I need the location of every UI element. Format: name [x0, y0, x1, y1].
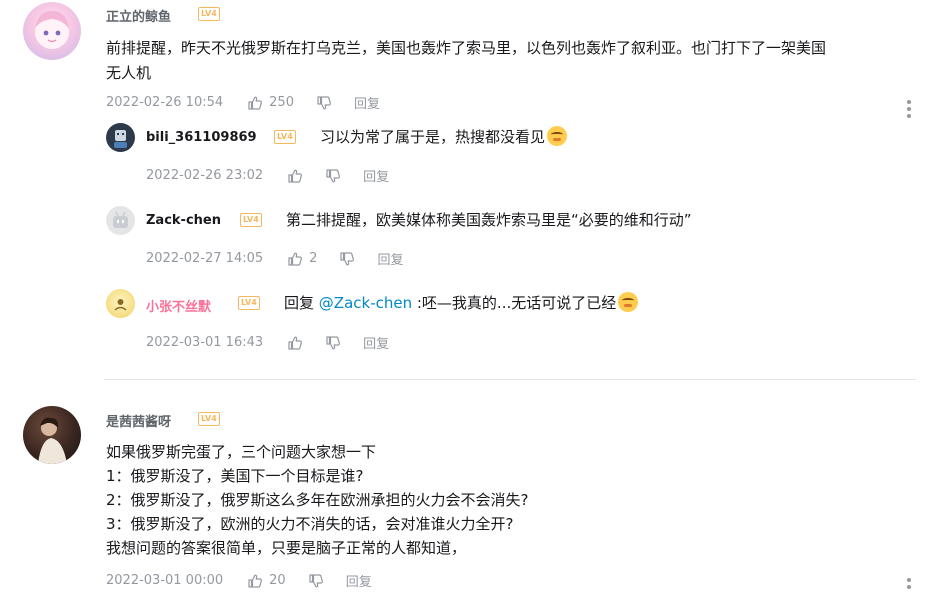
reply-text: 回复 @Zack-chen :呸—我真的...无话可说了已经 [284, 291, 639, 316]
dislike-button[interactable] [325, 335, 341, 351]
comment-text-line: 无人机 [106, 64, 152, 82]
username-vip[interactable]: 小张不丝默 [146, 296, 211, 315]
comment-text-line: 2：俄罗斯没了，俄罗斯这么多年在欧洲承担的火力会不会消失? [106, 491, 529, 509]
reply-text: 习以为常了属于是，热搜都没看见 [320, 125, 568, 150]
thumbs-up-icon [247, 573, 263, 589]
username[interactable]: Zack-chen [146, 213, 221, 228]
reply-button[interactable]: 回复 [377, 249, 403, 268]
avatar-image [38, 417, 67, 464]
comment-meta: 2022-03-01 00:00 20 回复 [106, 571, 372, 590]
thumbs-down-icon [325, 168, 341, 184]
like-count: 2 [309, 251, 318, 266]
thumbs-up-icon [287, 251, 303, 267]
username[interactable]: 是茜茜酱呀 [106, 411, 171, 430]
comment-time: 2022-02-26 10:54 [106, 95, 224, 110]
avatar[interactable] [106, 123, 135, 152]
level-badge: LV4 [198, 7, 220, 21]
comment-text-line: 我想问题的答案很简单，只要是脑子正常的人都知道， [106, 539, 467, 557]
comment-text-line: 前排提醒，昨天不光俄罗斯在打乌克兰，美国也轰炸了索马里，以色列也轰炸了叙利亚。也… [106, 39, 827, 57]
reply-time: 2022-02-26 23:02 [146, 168, 264, 183]
like-button[interactable]: 20 [247, 573, 286, 589]
username[interactable]: 正立的鲸鱼 [106, 6, 171, 25]
like-button[interactable]: 2 [287, 251, 317, 267]
comment-text-line: 1：俄罗斯没了，美国下一个目标是谁? [106, 467, 364, 485]
level-badge: LV4 [274, 130, 296, 144]
like-count: 20 [269, 573, 286, 588]
comment-text-line: 如果俄罗斯完蛋了，三个问题大家想一下 [106, 443, 377, 461]
reply-button[interactable]: 回复 [346, 571, 372, 590]
reply-text-content: 习以为常了属于是，热搜都没看见 [320, 128, 546, 146]
avatar-image [35, 10, 69, 49]
like-button[interactable] [287, 335, 303, 351]
thumbs-up-icon [287, 335, 303, 351]
mention-link[interactable]: @Zack-chen [319, 294, 412, 312]
thumbs-down-icon [308, 573, 324, 589]
thumbs-up-icon [287, 168, 303, 184]
avatar[interactable] [106, 206, 135, 235]
level-badge: LV4 [240, 213, 262, 227]
avatar[interactable] [23, 2, 81, 60]
reply-button[interactable]: 回复 [354, 93, 380, 112]
level-badge: LV4 [238, 296, 260, 310]
reply-time: 2022-02-27 14:05 [146, 251, 264, 266]
avatar[interactable] [106, 289, 135, 318]
like-button[interactable]: 250 [247, 95, 294, 111]
reply-button[interactable]: 回复 [363, 333, 389, 352]
username[interactable]: bili_361109869 [146, 130, 257, 145]
thumbs-down-icon [339, 251, 355, 267]
level-badge: LV4 [198, 412, 220, 426]
dislike-button[interactable] [308, 573, 324, 589]
comment-meta: 2022-02-26 10:54 250 回复 [106, 93, 380, 112]
thumbs-down-icon [325, 335, 341, 351]
comment-text: 前排提醒，昨天不光俄罗斯在打乌克兰，美国也轰炸了索马里，以色列也轰炸了叙利亚。也… [106, 36, 918, 86]
dislike-button[interactable] [316, 95, 332, 111]
comment-text: 如果俄罗斯完蛋了，三个问题大家想一下 1：俄罗斯没了，美国下一个目标是谁? 2：… [106, 440, 918, 560]
like-button[interactable] [287, 168, 303, 184]
reply-button[interactable]: 回复 [363, 166, 389, 185]
reply-meta: 2022-02-27 14:05 2 回复 [146, 249, 403, 268]
dislike-button[interactable] [339, 251, 355, 267]
avatar-image [114, 130, 127, 148]
reply-prefix: 回复 [284, 294, 315, 312]
comment-text-line: 3：俄罗斯没了，欧洲的火力不消失的话，会对准谁火力全开? [106, 515, 514, 533]
thumbs-down-icon [316, 95, 332, 111]
like-count: 250 [269, 95, 294, 110]
more-vertical-icon[interactable] [907, 578, 911, 592]
avatar-image [114, 299, 127, 311]
divider [104, 379, 916, 380]
reply-text: 第二排提醒，欧美媒体称美国轰炸索马里是“必要的维和行动” [286, 211, 692, 229]
reply-time: 2022-03-01 16:43 [146, 335, 264, 350]
avatar[interactable] [23, 406, 81, 464]
reply-text-content: :呸—我真的...无话可说了已经 [412, 294, 617, 312]
facepalm-emoji [547, 126, 568, 146]
reply-meta: 2022-03-01 16:43 回复 [146, 333, 389, 352]
reply-meta: 2022-02-26 23:02 回复 [146, 166, 389, 185]
dislike-button[interactable] [325, 168, 341, 184]
more-vertical-icon[interactable] [907, 100, 911, 121]
comment-time: 2022-03-01 00:00 [106, 573, 224, 588]
thumbs-up-icon [247, 95, 263, 111]
avatar-image [113, 211, 128, 228]
facepalm-emoji [618, 292, 639, 312]
